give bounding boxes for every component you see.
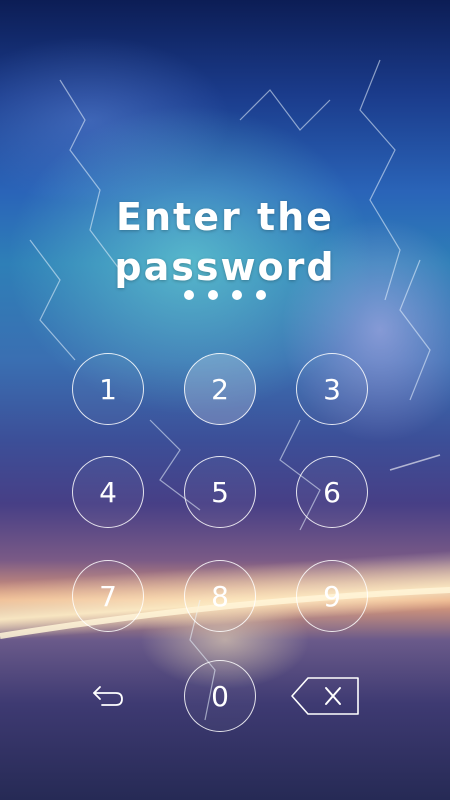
password-dot bbox=[184, 290, 194, 300]
key-7[interactable]: 7 bbox=[72, 560, 144, 632]
key-9[interactable]: 9 bbox=[296, 560, 368, 632]
password-dot bbox=[232, 290, 242, 300]
password-dot bbox=[208, 290, 218, 300]
password-dot bbox=[256, 290, 266, 300]
key-1[interactable]: 1 bbox=[72, 353, 144, 425]
key-4[interactable]: 4 bbox=[72, 456, 144, 528]
back-arrow-icon bbox=[93, 686, 123, 706]
key-6[interactable]: 6 bbox=[296, 456, 368, 528]
backspace-icon bbox=[291, 677, 359, 715]
key-3[interactable]: 3 bbox=[296, 353, 368, 425]
password-prompt-title: Enter the password bbox=[114, 195, 336, 289]
delete-button[interactable] bbox=[286, 660, 366, 732]
key-2[interactable]: 2 bbox=[184, 353, 256, 425]
password-dots bbox=[0, 290, 450, 300]
key-5[interactable]: 5 bbox=[184, 456, 256, 528]
key-8[interactable]: 8 bbox=[184, 560, 256, 632]
key-0[interactable]: 0 bbox=[184, 660, 256, 732]
back-button[interactable] bbox=[72, 660, 144, 732]
